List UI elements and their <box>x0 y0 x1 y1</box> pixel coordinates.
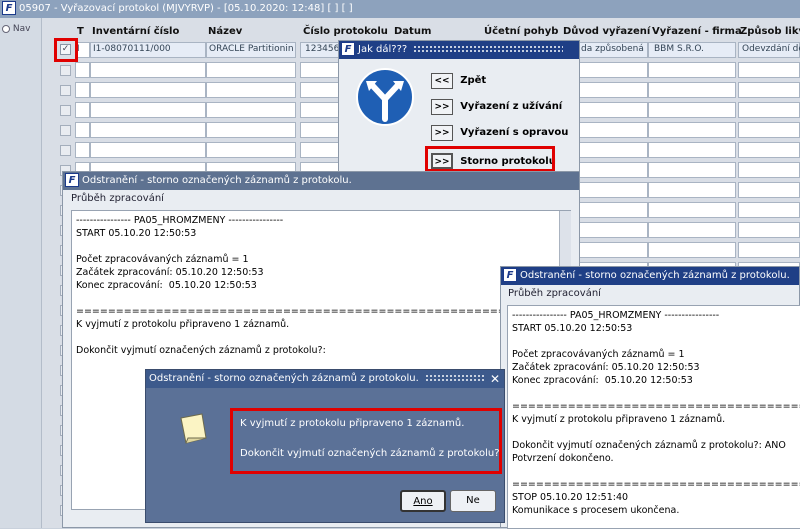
col-header-pohyb[interactable]: Účetní pohyb <box>484 26 558 37</box>
jakdal-vyrazeni-uzivani[interactable]: >> Vyřazení z užívání <box>431 99 562 115</box>
yes-button-label: Ano <box>413 496 433 507</box>
yes-button[interactable]: Ano <box>400 490 446 512</box>
col-header-zpusob[interactable]: Způsob likvi <box>740 26 800 37</box>
progress2-logo-icon: F <box>503 268 517 282</box>
vyrazeni-uzivani-button[interactable]: >> <box>431 99 453 115</box>
col-header-duvod[interactable]: Důvod vyřazení <box>563 26 650 37</box>
col-header-firma[interactable]: Vyřazení - firma <box>652 26 742 37</box>
grid-cell[interactable] <box>206 122 296 138</box>
no-button-label: Ne <box>466 495 480 506</box>
back-label: Zpět <box>460 75 487 86</box>
back-button[interactable]: << <box>431 73 453 89</box>
col-header-inv[interactable]: Inventární číslo <box>92 26 179 37</box>
col-header-datum[interactable]: Datum <box>394 26 431 37</box>
grid-cell[interactable] <box>75 62 90 78</box>
col-header-protokol[interactable]: Číslo protokolu <box>303 26 388 37</box>
grid-cell[interactable] <box>648 142 736 158</box>
grid-cell[interactable] <box>90 142 206 158</box>
main-window-title: 05907 - Vyřazovací protokol (MJVYRVP) - … <box>19 3 353 14</box>
grid-cell[interactable] <box>75 102 90 118</box>
progress1-title: Odstranění - storno označených záznamů z… <box>82 175 352 186</box>
nav-button[interactable]: Nav <box>2 24 41 34</box>
nav-label: Nav <box>12 24 31 34</box>
grid-cell[interactable] <box>75 142 90 158</box>
highlight-checkbox <box>54 38 78 62</box>
confirm-title-bar: Odstranění - storno označených záznamů z… <box>146 370 504 388</box>
vyrazeni-oprava-button[interactable]: >> <box>431 125 453 141</box>
no-button[interactable]: Ne <box>450 490 496 512</box>
grid-cell[interactable] <box>738 62 800 78</box>
col-header-t[interactable]: T <box>77 26 84 37</box>
grid-cell[interactable] <box>648 182 736 198</box>
grid-cell[interactable] <box>738 202 800 218</box>
grid-cell[interactable] <box>738 162 800 178</box>
progress2-section: Průběh zpracování <box>508 288 601 299</box>
grid-cell[interactable] <box>648 222 736 238</box>
confirm-title: Odstranění - storno označených záznamů z… <box>149 373 419 384</box>
jakdal-back[interactable]: << Zpět <box>431 73 486 89</box>
grid-cell[interactable] <box>648 162 736 178</box>
vyrazeni-uzivani-label: Vyřazení z užívání <box>460 101 563 112</box>
highlight-storno <box>425 146 555 172</box>
grid-cell[interactable] <box>206 142 296 158</box>
grid-cell[interactable] <box>90 102 206 118</box>
progress2-title: Odstranění - storno označených záznamů z… <box>520 270 790 281</box>
confirm-close-icon[interactable]: ✕ <box>490 370 500 388</box>
grid-cell[interactable] <box>206 102 296 118</box>
row1-duvod: da způsobená <box>581 44 644 54</box>
grid-cell[interactable] <box>648 202 736 218</box>
grid-cell[interactable] <box>738 122 800 138</box>
grid-cell[interactable] <box>90 62 206 78</box>
main-title-bar: F 05907 - Vyřazovací protokol (MJVYRVP) -… <box>0 0 800 18</box>
highlight-message <box>230 408 502 474</box>
row-checkbox[interactable] <box>60 145 71 156</box>
vyrazeni-oprava-label: Vyřazení s opravou <box>460 127 569 138</box>
jakdal-title: Jak dál??? <box>358 44 408 55</box>
row1-zpusob: Odevzdání de <box>742 44 800 54</box>
grid-cell[interactable] <box>738 82 800 98</box>
nav-panel: Nav <box>0 18 42 528</box>
row1-inv: I1-08070111/000 <box>93 44 171 54</box>
jakdal-logo-icon: F <box>341 42 355 56</box>
grid-cell[interactable] <box>738 242 800 258</box>
progress1-section: Průběh zpracování <box>71 193 164 204</box>
grid-cell[interactable] <box>206 82 296 98</box>
nav-radio-icon <box>2 24 10 33</box>
grid-cell[interactable] <box>206 62 296 78</box>
note-icon <box>180 413 207 444</box>
grid-cell[interactable] <box>648 62 736 78</box>
title-grip-icon <box>413 45 564 53</box>
row-checkbox[interactable] <box>60 105 71 116</box>
row-checkbox[interactable] <box>60 125 71 136</box>
grid-cell[interactable] <box>90 82 206 98</box>
grid-cell[interactable] <box>738 142 800 158</box>
grid-cell[interactable] <box>648 102 736 118</box>
fork-direction-icon <box>356 68 414 126</box>
jakdal-title-bar: F Jak dál??? <box>339 41 579 59</box>
jakdal-vyrazeni-oprava[interactable]: >> Vyřazení s opravou <box>431 125 568 141</box>
grid-cell[interactable] <box>738 222 800 238</box>
row-checkbox[interactable] <box>60 65 71 76</box>
progress2-title-bar: F Odstranění - storno označených záznamů … <box>501 267 799 285</box>
grid-cell[interactable] <box>648 242 736 258</box>
grid-cell[interactable] <box>648 82 736 98</box>
grid-cell[interactable] <box>90 122 206 138</box>
confirm-grip-icon <box>424 374 485 382</box>
grid-cell[interactable] <box>648 122 736 138</box>
row1-name: ORACLE Partitionin <box>209 44 294 54</box>
row1-firma: BBM S.R.O. <box>654 44 704 54</box>
row-checkbox[interactable] <box>60 85 71 96</box>
grid-cell[interactable] <box>75 122 90 138</box>
app-logo-icon: F <box>2 1 16 15</box>
col-header-nazev[interactable]: Název <box>208 26 242 37</box>
progress1-title-bar: F Odstranění - storno označených záznamů … <box>63 172 579 190</box>
row1-protocol: 123456 <box>305 44 340 54</box>
grid-cell[interactable] <box>738 182 800 198</box>
progress2-log[interactable]: ---------------- PA05_HROMZMENY --------… <box>507 305 800 529</box>
grid-cell[interactable] <box>738 102 800 118</box>
progress1-logo-icon: F <box>65 173 79 187</box>
progress-window-2: F Odstranění - storno označených záznamů … <box>500 266 800 529</box>
grid-cell[interactable] <box>75 82 90 98</box>
